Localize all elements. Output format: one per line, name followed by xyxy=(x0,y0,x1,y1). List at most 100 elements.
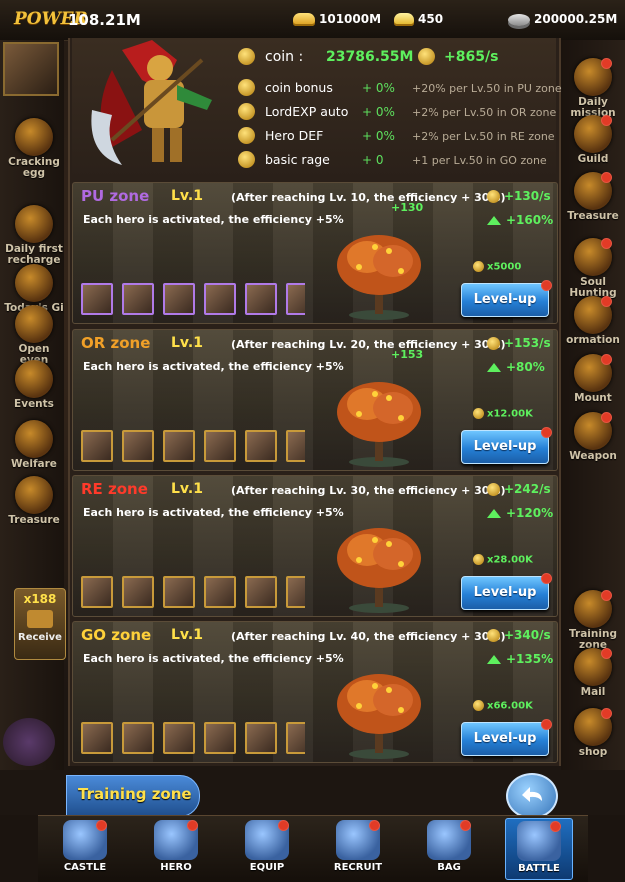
right-side-item[interactable]: Weapon xyxy=(561,412,625,462)
right-side-item[interactable]: Guild xyxy=(561,115,625,165)
notification-dot xyxy=(460,820,471,831)
zone-cost: x66.00K xyxy=(473,700,533,712)
left-side-label: Daily first recharge xyxy=(5,243,63,266)
right-side-label: ormation xyxy=(566,334,620,346)
left-side-label: Welfare xyxy=(11,458,57,470)
hero-slot[interactable] xyxy=(122,576,154,608)
ingot-resource[interactable]: 450 xyxy=(394,12,443,26)
zone-cost-value: x5000 xyxy=(487,261,522,273)
hero-slot[interactable] xyxy=(204,430,236,462)
right-side-item[interactable]: shop xyxy=(561,708,625,758)
hero-slot[interactable] xyxy=(245,722,277,754)
nav-castle[interactable]: CASTLE xyxy=(52,818,118,878)
hero-slot[interactable] xyxy=(163,722,195,754)
nav-label: HERO xyxy=(160,862,192,873)
gold-value: 101000M xyxy=(319,12,382,26)
hero-slot[interactable] xyxy=(81,430,113,462)
hero-slot[interactable] xyxy=(163,576,195,608)
right-side-item[interactable]: Soul Hunting xyxy=(561,238,625,299)
level-up-button[interactable]: Level-up xyxy=(461,719,552,756)
gold-ingot-icon xyxy=(293,13,315,26)
zone-card: OR zone Lv.1 (After reaching Lv. 20, the e… xyxy=(72,329,558,471)
hero-slot[interactable] xyxy=(245,283,277,315)
hero-slot[interactable] xyxy=(204,722,236,754)
zone-rate: +153/s xyxy=(487,336,551,350)
soul-icon xyxy=(574,238,612,276)
right-side-item[interactable]: Daily mission xyxy=(561,58,625,119)
guild-icon xyxy=(574,115,612,153)
hero-slot[interactable] xyxy=(204,576,236,608)
hero-slot[interactable] xyxy=(163,430,195,462)
zone-level: Lv.1 xyxy=(171,627,203,643)
left-side-item[interactable]: Treasure xyxy=(4,476,64,526)
back-button[interactable] xyxy=(506,773,558,819)
ingot-value: 450 xyxy=(418,12,444,26)
right-side-item[interactable]: Mail xyxy=(561,648,625,698)
left-side-item[interactable]: Welfare xyxy=(4,420,64,470)
left-side-item[interactable]: Open even xyxy=(4,305,64,366)
player-avatar[interactable] xyxy=(3,42,59,96)
zone-rate-value: +153/s xyxy=(504,336,551,350)
right-side-item[interactable]: Training zone xyxy=(561,590,625,651)
stat-label: basic rage xyxy=(265,152,330,167)
zone-cost: x12.00K xyxy=(473,408,533,420)
nav-equip[interactable]: EQUIP xyxy=(234,818,300,878)
hero-slot[interactable] xyxy=(81,576,113,608)
nav-label: CASTLE xyxy=(63,862,107,873)
hero-slot[interactable] xyxy=(286,576,305,608)
left-side-item[interactable]: Cracking egg xyxy=(4,118,64,179)
notification-dot xyxy=(369,820,380,831)
coin-icon xyxy=(487,483,500,496)
zone-next-milestone: (After reaching Lv. 30, the efficiency +… xyxy=(231,484,506,497)
left-side-item[interactable]: Daily first recharge xyxy=(4,205,64,266)
stat-note: +1 per Lv.50 in GO zone xyxy=(412,154,547,167)
hero-portrait xyxy=(91,40,212,165)
hero-slot[interactable] xyxy=(163,283,195,315)
nav-hero[interactable]: HERO xyxy=(143,818,209,878)
level-up-button[interactable]: Level-up xyxy=(461,573,552,610)
battle-icon xyxy=(517,821,561,861)
zone-name: OR zone xyxy=(81,334,151,352)
hero-slot[interactable] xyxy=(245,576,277,608)
hero-slot[interactable] xyxy=(286,283,305,315)
stat-bonus: + 0% xyxy=(362,129,395,143)
nav-battle[interactable]: BATTLE xyxy=(505,818,573,880)
helmet-icon xyxy=(154,820,198,860)
nav-recruit[interactable]: RECRUIT xyxy=(325,818,391,878)
zone-hero-list xyxy=(81,283,305,317)
swords-icon xyxy=(238,127,255,144)
helmet-emblem-icon[interactable] xyxy=(3,718,55,766)
notification-dot xyxy=(601,590,612,601)
notification-dot xyxy=(541,280,552,291)
silver-resource[interactable]: 200000.25M xyxy=(508,12,617,26)
right-side-item[interactable]: Treasure xyxy=(561,172,625,222)
stat-label: coin bonus xyxy=(265,80,333,95)
hero-slot[interactable] xyxy=(286,722,305,754)
level-up-button[interactable]: Level-up xyxy=(461,427,552,464)
zone-boost-value: +120% xyxy=(506,506,554,520)
nav-bag[interactable]: BAG xyxy=(416,818,482,878)
right-side-item[interactable]: Mount xyxy=(561,354,625,404)
hero-slot[interactable] xyxy=(81,722,113,754)
hero-slot[interactable] xyxy=(122,430,154,462)
right-side-item[interactable]: ormation xyxy=(561,296,625,346)
hero-slot[interactable] xyxy=(245,430,277,462)
left-side-item[interactable]: Events xyxy=(4,360,64,410)
hero-slot[interactable] xyxy=(122,283,154,315)
nav-label: RECRUIT xyxy=(333,862,383,873)
level-up-button[interactable]: Level-up xyxy=(461,280,552,317)
stat-bonus: + 0% xyxy=(362,81,395,95)
hero-slot[interactable] xyxy=(286,430,305,462)
zone-rate-value: +242/s xyxy=(504,482,551,496)
receive-label: Receive xyxy=(18,632,62,643)
hero-slot[interactable] xyxy=(204,283,236,315)
stat-label: Hero DEF xyxy=(265,128,324,143)
receive-panel[interactable]: x188 Receive xyxy=(14,588,66,660)
zone-next-milestone: (After reaching Lv. 10, the efficiency +… xyxy=(231,191,506,204)
hero-slot[interactable] xyxy=(81,283,113,315)
gold-resource[interactable]: 101000M xyxy=(293,12,381,26)
zone-name: RE zone xyxy=(81,480,148,498)
hero-slot[interactable] xyxy=(122,722,154,754)
zone-rate-value: +130/s xyxy=(504,189,551,203)
zone-rate: +340/s xyxy=(487,628,551,642)
